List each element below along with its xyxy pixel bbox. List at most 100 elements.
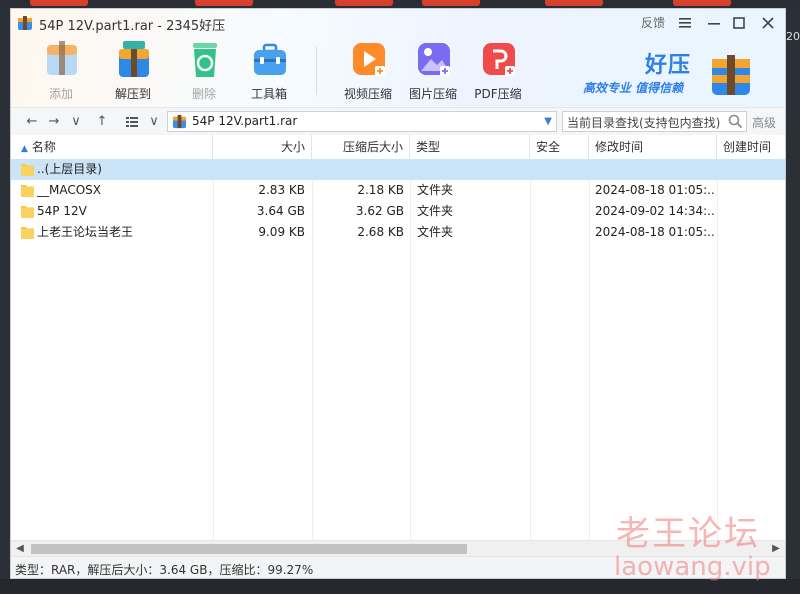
search-input[interactable]: 当前目录查找(支持包内查找) — [562, 111, 747, 132]
video-compress-button[interactable]: 视频压缩 — [336, 39, 400, 103]
list-view-icon — [126, 117, 138, 127]
image-compress-button[interactable]: 图片压缩 — [401, 39, 465, 103]
back-button[interactable]: ← — [23, 112, 41, 132]
file-modified: 2024-09-02 14:34:... — [595, 204, 715, 218]
add-archive-icon — [47, 41, 77, 75]
pdf-compress-button[interactable]: PDF压缩 — [466, 39, 530, 103]
column-created[interactable]: 创建时间 — [717, 135, 785, 159]
file-type: 文件夹 — [417, 183, 454, 197]
folder-icon — [21, 164, 34, 176]
column-size[interactable]: 大小 — [213, 135, 312, 159]
file-type: 文件夹 — [417, 225, 454, 239]
scroll-left-icon[interactable]: ◀ — [13, 541, 27, 557]
extract-to-icon — [119, 41, 149, 77]
address-bar: ← → ∨ ↑ ∨ 54P 12V.part1.rar ▼ 当前目录查找(支持包… — [11, 107, 785, 137]
extract-to-label: 解压到 — [114, 87, 151, 101]
column-modified[interactable]: 修改时间 — [589, 135, 717, 159]
table-row-parent[interactable]: ..(上层目录) — [11, 159, 785, 180]
file-packed-size: 2.68 KB — [357, 225, 404, 239]
path-field[interactable]: 54P 12V.part1.rar ▼ — [167, 111, 557, 132]
view-mode-dropdown[interactable]: ∨ — [145, 112, 163, 132]
path-text: 54P 12V.part1.rar — [192, 114, 298, 128]
brand-slogan: 高效专业 值得信赖 — [583, 81, 684, 95]
file-packed-size: 3.62 GB — [355, 204, 404, 218]
rar-archive-icon — [172, 114, 187, 129]
image-compress-label: 图片压缩 — [408, 87, 457, 101]
brand-area: 好压 高效专业 值得信赖 — [583, 47, 783, 103]
file-list: ▲ 名称 大小 压缩后大小 类型 安全 修改时间 创建时间 ..(上层目录) __… — [11, 135, 785, 540]
title-bar: 54P 12V.part1.rar - 2345好压 反馈 — [11, 9, 785, 37]
app-icon — [18, 16, 32, 30]
maximize-icon — [733, 17, 745, 29]
column-name-label: 名称 — [31, 140, 56, 154]
view-mode-button[interactable] — [123, 112, 141, 132]
pdf-compress-icon — [483, 43, 515, 76]
file-packed-size: 2.18 KB — [357, 183, 404, 197]
arrow-right-icon: → — [48, 114, 60, 129]
feedback-link[interactable]: 反馈 — [641, 12, 665, 34]
delete-button[interactable]: 删除 — [172, 39, 236, 103]
minimize-button[interactable] — [705, 12, 723, 34]
file-modified: 2024-08-18 01:05:... — [595, 183, 715, 197]
file-name: ..(上层目录) — [37, 162, 102, 176]
add-button[interactable]: 添加 — [29, 39, 93, 103]
advanced-search-link[interactable]: 高级 — [752, 114, 776, 131]
forward-button[interactable]: → — [45, 112, 63, 132]
arrow-up-icon: ↑ — [96, 114, 108, 129]
column-packed-size[interactable]: 压缩后大小 — [312, 135, 410, 159]
triangle-down-icon[interactable]: ▼ — [544, 112, 552, 131]
table-row[interactable]: 上老王论坛当老王 9.09 KB 2.68 KB 文件夹 2024-08-18 … — [11, 222, 785, 243]
background-top-strip — [0, 0, 800, 8]
column-security[interactable]: 安全 — [530, 135, 589, 159]
history-dropdown[interactable]: ∨ — [67, 112, 85, 132]
background-right-text: 20 — [786, 30, 800, 43]
horizontal-scrollbar[interactable]: ◀ ▶ — [11, 540, 785, 557]
status-text: 类型：RAR，解压后大小：3.64 GB，压缩比：99.27% — [15, 563, 314, 577]
search-placeholder: 当前目录查找(支持包内查找) — [567, 116, 721, 130]
file-size: 2.83 KB — [258, 183, 305, 197]
extract-to-button[interactable]: 解压到 — [101, 39, 165, 103]
hamburger-icon — [679, 18, 691, 28]
menu-button[interactable] — [676, 12, 694, 34]
toolbar-separator — [316, 47, 317, 95]
delete-icon — [193, 43, 217, 77]
background-bottom-strip — [0, 579, 800, 594]
up-button[interactable]: ↑ — [93, 112, 111, 132]
delete-label: 删除 — [191, 87, 216, 101]
scroll-right-icon[interactable]: ▶ — [769, 541, 783, 557]
window-title: 54P 12V.part1.rar - 2345好压 — [39, 19, 226, 34]
maximize-button[interactable] — [730, 12, 748, 34]
close-icon — [762, 17, 774, 29]
sort-ascending-icon: ▲ — [21, 144, 28, 154]
table-row[interactable]: 54P 12V 3.64 GB 3.62 GB 文件夹 2024-09-02 1… — [11, 201, 785, 222]
table-row[interactable]: __MACOSX 2.83 KB 2.18 KB 文件夹 2024-08-18 … — [11, 180, 785, 201]
folder-icon — [21, 227, 34, 239]
background-left-edge — [0, 8, 10, 594]
pdf-compress-label: PDF压缩 — [474, 87, 522, 101]
list-header: ▲ 名称 大小 压缩后大小 类型 安全 修改时间 创建时间 — [11, 135, 785, 160]
column-type[interactable]: 类型 — [410, 135, 530, 159]
chevron-down-icon: ∨ — [71, 114, 81, 129]
file-modified: 2024-08-18 01:05:... — [595, 225, 715, 239]
toolbox-label: 工具箱 — [250, 87, 287, 101]
brand-logo-icon — [712, 55, 750, 95]
file-name: 54P 12V — [37, 204, 87, 218]
column-name[interactable]: ▲ 名称 — [11, 135, 213, 159]
image-compress-icon — [418, 43, 450, 76]
toolbox-icon — [254, 43, 286, 75]
video-compress-icon — [353, 43, 385, 76]
folder-icon — [21, 206, 34, 218]
status-bar: 类型：RAR，解压后大小：3.64 GB，压缩比：99.27% — [11, 556, 785, 578]
scrollbar-thumb[interactable] — [31, 544, 467, 554]
search-icon[interactable] — [728, 114, 743, 129]
add-label: 添加 — [48, 87, 73, 101]
file-name: 上老王论坛当老王 — [37, 225, 134, 239]
file-type: 文件夹 — [417, 204, 454, 218]
arrow-left-icon: ← — [26, 114, 38, 129]
file-name: __MACOSX — [37, 183, 102, 197]
close-button[interactable] — [759, 12, 777, 34]
toolbox-button[interactable]: 工具箱 — [237, 39, 301, 103]
folder-icon — [21, 185, 34, 197]
brand-name: 好压 — [645, 53, 692, 78]
app-window: 54P 12V.part1.rar - 2345好压 反馈 添加 解压到 删除 … — [10, 8, 786, 579]
